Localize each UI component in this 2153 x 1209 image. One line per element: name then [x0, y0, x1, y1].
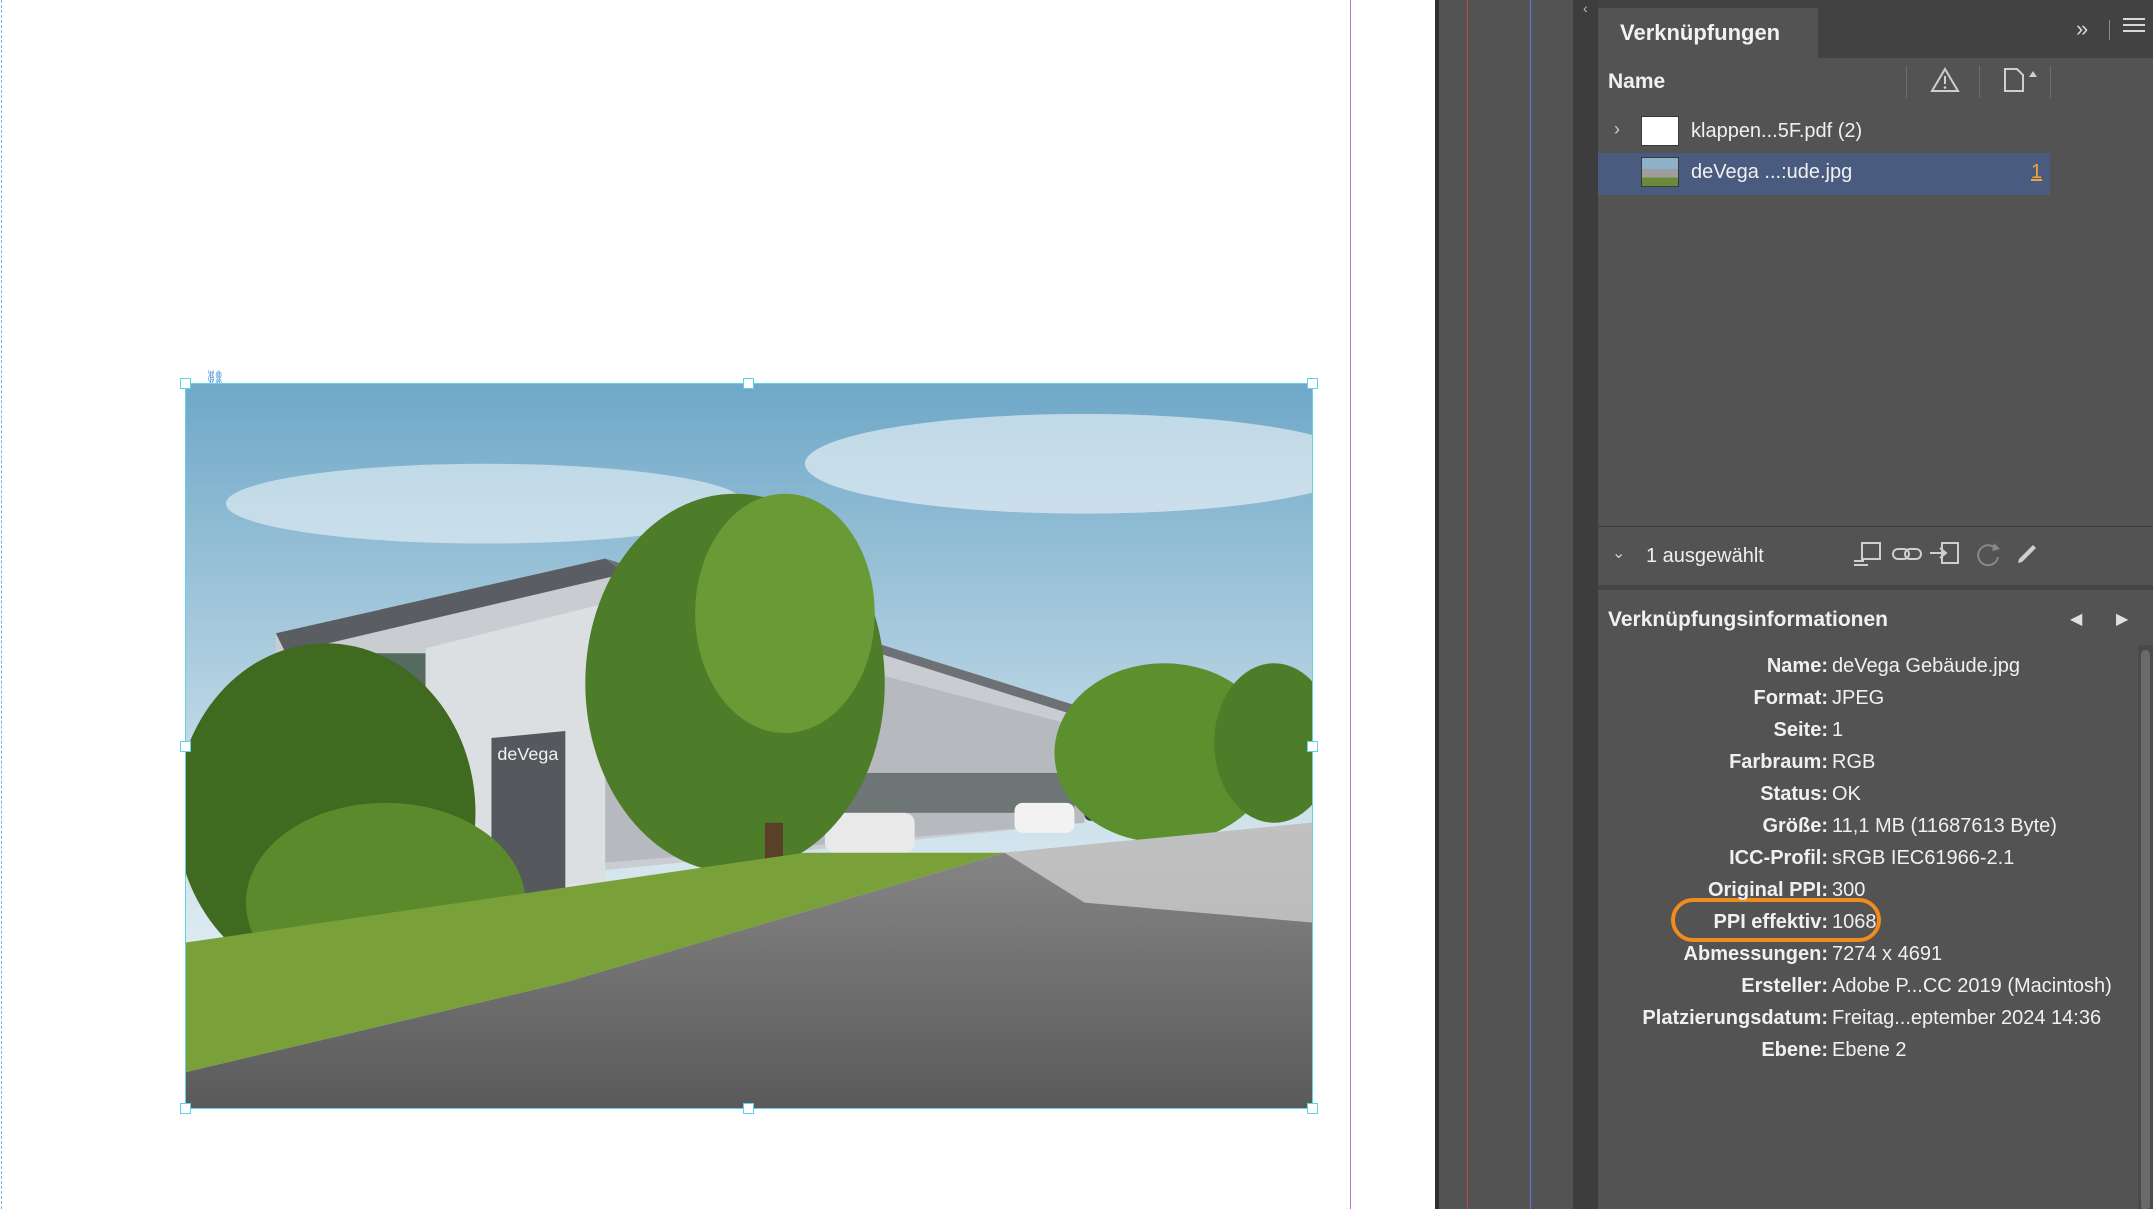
panel-tab-bar: Verknüpfungen » [1598, 0, 2153, 58]
info-key: Farbraum: [1729, 751, 1828, 773]
indesign-window: ⛓ deVega ‹ Verknüpfungen » Name › klappe… [0, 0, 2153, 1209]
info-key: Status: [1760, 783, 1828, 805]
column-guide-line [1530, 0, 1531, 1209]
chevron-right-icon[interactable]: › [1614, 119, 1620, 140]
info-key: Format: [1753, 687, 1828, 709]
column-header: Name [1598, 58, 2153, 108]
info-value: 1068 [1832, 911, 1877, 933]
info-value: sRGB IEC61966-2.1 [1832, 847, 2015, 869]
page-edge-shadow [1435, 0, 1439, 1209]
links-toolbar: ⌄ 1 ausgewählt [1598, 527, 2153, 585]
column-separator [1979, 66, 1980, 98]
info-row: ICC-Profil: sRGB IEC61966-2.1 [1598, 843, 2138, 875]
info-row: Ebene: Ebene 2 [1598, 1035, 2138, 1067]
relink-icon[interactable] [1850, 539, 1886, 569]
chain-link-icon[interactable] [1889, 539, 1925, 569]
previous-link-icon[interactable]: ◀ [2070, 609, 2082, 629]
frame-handle-top-middle[interactable] [743, 378, 754, 389]
info-row: Format: JPEG [1598, 683, 2138, 715]
frame-handle-bottom-right[interactable] [1307, 1103, 1318, 1114]
info-row: Name: deVega Gebäude.jpg [1598, 651, 2138, 683]
info-value: 300 [1832, 879, 1866, 901]
chevron-down-icon[interactable]: ⌄ [1612, 543, 1625, 563]
links-panel: Verknüpfungen » Name › klappen...5F.pdf … [1598, 0, 2153, 1209]
frame-handle-top-right[interactable] [1307, 378, 1318, 389]
placed-image-frame[interactable]: deVega [185, 383, 1313, 1109]
page-icon[interactable] [2001, 67, 2041, 93]
column-separator [1906, 66, 1907, 98]
info-scrollbar[interactable] [2138, 645, 2153, 1209]
info-row: PPI effektiv: 1068 [1598, 907, 2138, 939]
info-key: Abmessungen: [1683, 943, 1828, 965]
sign-text: deVega [497, 744, 558, 764]
frame-handle-bottom-left[interactable] [180, 1103, 191, 1114]
info-value: OK [1832, 783, 1861, 805]
info-row: Original PPI: 300 [1598, 875, 2138, 907]
info-key: Seite: [1773, 719, 1828, 741]
info-row: Farbraum: RGB [1598, 747, 2138, 779]
info-value: Ebene 2 [1832, 1039, 1907, 1061]
info-key: Größe: [1762, 815, 1828, 837]
link-list: › klappen...5F.pdf (2) deVega ...:ude.jp… [1598, 112, 2153, 526]
column-name-label[interactable]: Name [1608, 70, 1665, 94]
panel-dock-gutter [1573, 0, 1598, 1209]
double-chevron-right-icon[interactable]: » [2076, 16, 2088, 42]
info-value: RGB [1832, 751, 1876, 773]
dock-collapse-icon[interactable]: ‹ [1583, 0, 1588, 16]
bleed-guide-line [1467, 0, 1468, 1209]
info-key: Ersteller: [1741, 975, 1828, 997]
frame-handle-middle-right[interactable] [1307, 741, 1318, 752]
info-key: Ebene: [1761, 1039, 1828, 1061]
pencil-icon[interactable] [2010, 539, 2046, 569]
link-info-header: Verknüpfungsinformationen ◀ ▶ [1598, 590, 2153, 642]
column-separator [2050, 66, 2051, 98]
frame-handle-top-left[interactable] [180, 378, 191, 389]
refresh-icon[interactable] [1970, 539, 2006, 569]
bleed-guide [1, 0, 2, 1209]
info-key: PPI effektiv: [1713, 911, 1828, 933]
info-row: Status: OK [1598, 779, 2138, 811]
info-key: ICC-Profil: [1729, 847, 1828, 869]
info-value: Adobe P...CC 2019 (Macintosh) [1832, 975, 2112, 997]
info-row: Seite: 1 [1598, 715, 2138, 747]
info-row: Größe: 11,1 MB (11687613 Byte) [1598, 811, 2138, 843]
file-thumbnail [1641, 116, 1679, 146]
info-value: JPEG [1832, 687, 1885, 709]
list-item[interactable]: › klappen...5F.pdf (2) [1598, 112, 2050, 154]
building-photo: deVega [186, 384, 1312, 1108]
info-key: Platzierungsdatum: [1642, 1007, 1828, 1029]
info-key: Name: [1766, 655, 1828, 677]
tab-separator [2109, 20, 2110, 40]
document-canvas[interactable]: ⛓ deVega [0, 0, 1435, 1209]
file-name: klappen...5F.pdf (2) [1691, 120, 1863, 142]
next-link-icon[interactable]: ▶ [2116, 609, 2128, 629]
info-value: 1 [1832, 719, 1844, 741]
scrollbar-thumb[interactable] [2141, 650, 2150, 1209]
info-row: Ersteller: Adobe P...CC 2019 (Macintosh) [1598, 971, 2138, 1003]
goto-link-icon[interactable] [1928, 539, 1964, 569]
info-key: Original PPI: [1707, 879, 1828, 901]
file-name: deVega ...:ude.jpg [1691, 161, 1853, 183]
hamburger-menu-icon[interactable] [2123, 18, 2145, 36]
file-thumbnail [1641, 157, 1679, 187]
info-row: Abmessungen: 7274 x 4691 [1598, 939, 2138, 971]
warning-triangle-icon[interactable] [1930, 67, 1960, 93]
info-row: Platzierungsdatum: Freitag...eptember 202… [1598, 1003, 2138, 1035]
link-info-title: Verknüpfungsinformationen [1608, 608, 1889, 631]
page-number-link[interactable]: 1 [2031, 161, 2042, 184]
frame-handle-bottom-middle[interactable] [743, 1103, 754, 1114]
selection-count: 1 ausgewählt [1646, 545, 1764, 567]
info-value: 7274 x 4691 [1832, 943, 1943, 965]
tab-links[interactable]: Verknüpfungen [1598, 8, 1818, 58]
frame-handle-middle-left[interactable] [180, 741, 191, 752]
link-info-list: Name: deVega Gebäude.jpg Format: JPEG Seite:… [1598, 648, 2138, 1209]
margin-guide [1350, 0, 1351, 1209]
info-value: deVega Gebäude.jpg [1832, 655, 2020, 677]
list-item-selected[interactable]: deVega ...:ude.jpg 1 [1598, 153, 2050, 195]
info-value: Freitag...eptember 2024 14:36 [1832, 1007, 2102, 1029]
info-value: 11,1 MB (11687613 Byte) [1832, 815, 2057, 837]
